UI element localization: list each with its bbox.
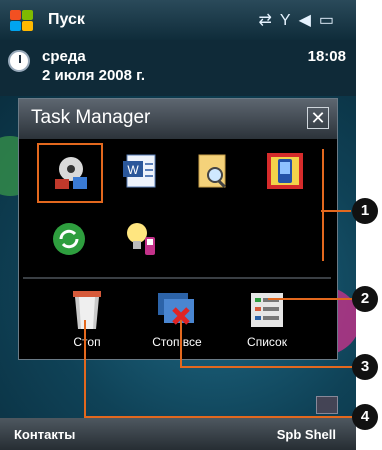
stop-all-label: Стоп все [152, 335, 202, 349]
list-icon [251, 293, 283, 327]
signal-icon[interactable]: Y [280, 12, 299, 29]
connectivity-icon[interactable]: ⇄ [258, 12, 279, 29]
app-tips[interactable] [109, 211, 175, 271]
callout-marker-3: 3 [352, 354, 378, 380]
start-menu-label[interactable]: Пуск [48, 11, 85, 29]
softkey-right[interactable]: Spb Shell [277, 427, 336, 442]
softkey-bar: Контакты Spb Shell [0, 418, 356, 450]
callout-3-line [180, 366, 352, 368]
app-word[interactable]: W [109, 143, 175, 203]
list-button[interactable]: Список [227, 283, 307, 353]
date-text: 2 июля 2008 г. [42, 67, 146, 84]
list-label: Список [247, 335, 287, 349]
softkey-left[interactable]: Контакты [14, 427, 75, 442]
callout-2-line [268, 298, 352, 300]
callout-marker-2: 2 [352, 286, 378, 312]
clock-icon [8, 50, 30, 72]
weekday-text: среда [42, 48, 86, 65]
time-text: 18:08 [307, 48, 346, 65]
sync-icon [53, 223, 85, 255]
word-document-icon: W [123, 154, 156, 188]
trash-icon [73, 291, 101, 329]
close-button[interactable]: ✕ [307, 107, 329, 129]
task-manager-title: Task Manager [31, 107, 151, 128]
windows-start-icon[interactable] [8, 7, 38, 33]
keyboard-icon[interactable] [316, 396, 338, 414]
volume-icon[interactable]: ◀ [299, 12, 319, 29]
status-icons: ⇄Y◀▭ [258, 10, 342, 30]
today-date-panel[interactable]: среда 2 июля 2008 г. 18:08 [0, 40, 356, 96]
folder-search-icon [198, 154, 226, 188]
app-media-player[interactable] [37, 143, 103, 203]
callout-3-line [180, 320, 182, 368]
device-screen: Пуск ⇄Y◀▭ среда 2 июля 2008 г. 18:08 Tas… [0, 0, 356, 450]
stop-label: Стоп [73, 335, 101, 349]
media-player-icon [55, 157, 87, 189]
stop-button[interactable]: Стоп [47, 283, 127, 353]
callout-marker-1: 1 [352, 198, 378, 224]
app-activesync[interactable] [37, 211, 103, 271]
status-bar: Пуск ⇄Y◀▭ [0, 0, 356, 40]
section-divider [23, 277, 331, 279]
callout-marker-4: 4 [352, 404, 378, 430]
callout-4-line [84, 416, 352, 418]
pda-device-icon [267, 153, 303, 189]
stop-all-button[interactable]: Стоп все [137, 283, 217, 353]
close-windows-icon [158, 293, 194, 325]
running-apps-grid: W [37, 143, 309, 273]
task-manager-window: Task Manager ✕ W Стоп Стоп все Список [18, 98, 338, 360]
callout-4-line [84, 320, 86, 418]
apps-bracket [322, 149, 324, 261]
app-device-info[interactable] [253, 143, 319, 203]
lightbulb-phone-icon [127, 223, 155, 255]
callout-1-line [321, 210, 351, 212]
svg-text:W: W [127, 163, 139, 177]
task-manager-header: Task Manager ✕ [19, 99, 337, 139]
battery-icon[interactable]: ▭ [319, 12, 342, 29]
app-file-explorer[interactable] [181, 143, 247, 203]
